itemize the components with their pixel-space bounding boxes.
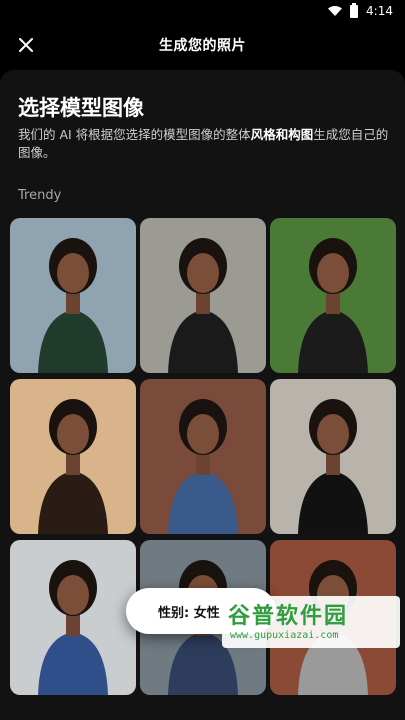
model-tile-4[interactable] <box>10 379 136 534</box>
model-portrait-image <box>140 218 266 373</box>
model-portrait-image <box>140 379 266 534</box>
app-title: 生成您的照片 <box>159 38 246 54</box>
wifi-icon <box>328 6 343 16</box>
gender-selector-label: 性别: 女性 <box>158 605 220 621</box>
section-label-trendy: Trendy <box>18 188 62 203</box>
model-portrait-image <box>270 379 396 534</box>
model-tile-7[interactable] <box>10 540 136 695</box>
description-text: 我们的 AI 将根据您选择的模型图像的整体 <box>18 127 251 142</box>
model-tile-1[interactable] <box>10 218 136 373</box>
close-icon <box>19 38 33 52</box>
model-tile-5[interactable] <box>140 379 266 534</box>
model-portrait-image <box>270 218 396 373</box>
watermark: 谷普软件园 www.gupuxiazai.com <box>222 596 400 648</box>
model-tile-6[interactable] <box>270 379 396 534</box>
watermark-url: www.gupuxiazai.com <box>230 630 339 641</box>
description-emphasis: 风格和构图 <box>250 127 314 142</box>
model-portrait-image <box>10 218 136 373</box>
page-heading: 选择模型图像 <box>18 96 144 120</box>
app-bar: 生成您的照片 <box>0 22 405 68</box>
model-tile-3[interactable] <box>270 218 396 373</box>
status-time: 4:14 <box>366 4 393 18</box>
model-portrait-image <box>10 540 136 695</box>
model-portrait-image <box>10 379 136 534</box>
model-tile-2[interactable] <box>140 218 266 373</box>
page-description: 我们的 AI 将根据您选择的模型图像的整体风格和构图生成您自己的图像。 <box>18 126 389 162</box>
status-bar: 4:14 <box>0 0 405 22</box>
battery-icon <box>350 2 359 18</box>
close-button[interactable] <box>14 33 38 57</box>
watermark-title: 谷普软件园 <box>228 604 349 629</box>
